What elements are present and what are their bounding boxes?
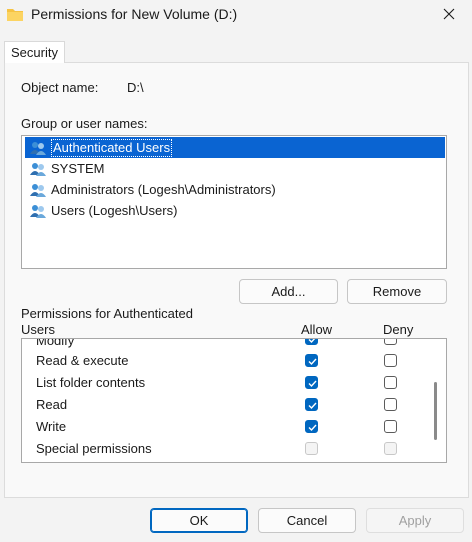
list-item-label: SYSTEM bbox=[51, 160, 105, 176]
title-bar: Permissions for New Volume (D:) bbox=[0, 0, 472, 34]
permissions-header: Permissions for Authenticated bbox=[21, 306, 193, 321]
users-icon bbox=[29, 161, 47, 177]
perm-read-execute-allow-checkbox[interactable] bbox=[305, 354, 318, 367]
perm-label: Write bbox=[36, 419, 67, 434]
group-names-label: Group or user names: bbox=[21, 116, 148, 131]
apply-button: Apply bbox=[366, 508, 464, 533]
perm-write-allow-checkbox[interactable] bbox=[305, 420, 318, 433]
users-icon bbox=[29, 182, 47, 198]
perm-list-folder-allow-checkbox[interactable] bbox=[305, 376, 318, 389]
object-name-value: D:\ bbox=[127, 80, 144, 95]
remove-button[interactable]: Remove bbox=[347, 279, 447, 304]
close-icon bbox=[443, 8, 455, 23]
deny-column-header: Deny bbox=[383, 322, 414, 337]
window-title: Permissions for New Volume (D:) bbox=[31, 6, 238, 22]
cancel-button[interactable]: Cancel bbox=[258, 508, 356, 533]
list-item-users[interactable]: Users (Logesh\Users) bbox=[25, 200, 445, 221]
perm-label: Modify bbox=[36, 338, 75, 348]
perm-modify-allow-checkbox[interactable] bbox=[305, 339, 318, 345]
perm-label: List folder contents bbox=[36, 375, 146, 390]
perm-label: Read bbox=[36, 397, 68, 412]
list-item-authenticated-users[interactable]: Authenticated Users bbox=[25, 137, 445, 158]
perm-row-read: Read bbox=[22, 394, 426, 416]
list-item-label: Users (Logesh\Users) bbox=[51, 202, 178, 218]
list-item-label: Administrators (Logesh\Administrators) bbox=[51, 181, 276, 197]
perm-read-execute-deny-checkbox[interactable] bbox=[384, 354, 397, 367]
group-list[interactable]: Authenticated Users SYSTEM Administrator… bbox=[21, 135, 447, 269]
perm-special-allow-checkbox bbox=[305, 442, 318, 455]
add-button[interactable]: Add... bbox=[239, 279, 338, 304]
perm-row-list-folder: List folder contents bbox=[22, 372, 426, 394]
folder-icon bbox=[6, 7, 24, 22]
perm-label: Read & execute bbox=[36, 353, 129, 368]
list-item-administrators[interactable]: Administrators (Logesh\Administrators) bbox=[25, 179, 445, 200]
users-icon bbox=[29, 203, 47, 219]
close-button[interactable] bbox=[426, 0, 472, 30]
permissions-scrollbar-thumb[interactable] bbox=[434, 382, 437, 440]
tab-security[interactable]: Security bbox=[4, 41, 65, 63]
list-item-system[interactable]: SYSTEM bbox=[25, 158, 445, 179]
perm-write-deny-checkbox[interactable] bbox=[384, 420, 397, 433]
list-item-label: Authenticated Users bbox=[51, 138, 173, 157]
perm-read-deny-checkbox[interactable] bbox=[384, 398, 397, 411]
perm-row-special: Special permissions bbox=[22, 438, 426, 460]
perm-modify-deny-checkbox[interactable] bbox=[384, 339, 397, 345]
object-name-label: Object name: bbox=[21, 80, 99, 95]
permissions-header-user: Users bbox=[21, 322, 55, 337]
perm-row-write: Write bbox=[22, 416, 426, 438]
perm-special-deny-checkbox bbox=[384, 442, 397, 455]
perm-list-folder-deny-checkbox[interactable] bbox=[384, 376, 397, 389]
perm-read-allow-checkbox[interactable] bbox=[305, 398, 318, 411]
perm-label: Special permissions bbox=[36, 441, 152, 456]
users-icon bbox=[29, 140, 47, 156]
permissions-list[interactable]: Modify Read & execute List folder conten… bbox=[21, 338, 447, 463]
allow-column-header: Allow bbox=[301, 322, 333, 337]
perm-row-read-execute: Read & execute bbox=[22, 350, 426, 372]
ok-button[interactable]: OK bbox=[150, 508, 248, 533]
